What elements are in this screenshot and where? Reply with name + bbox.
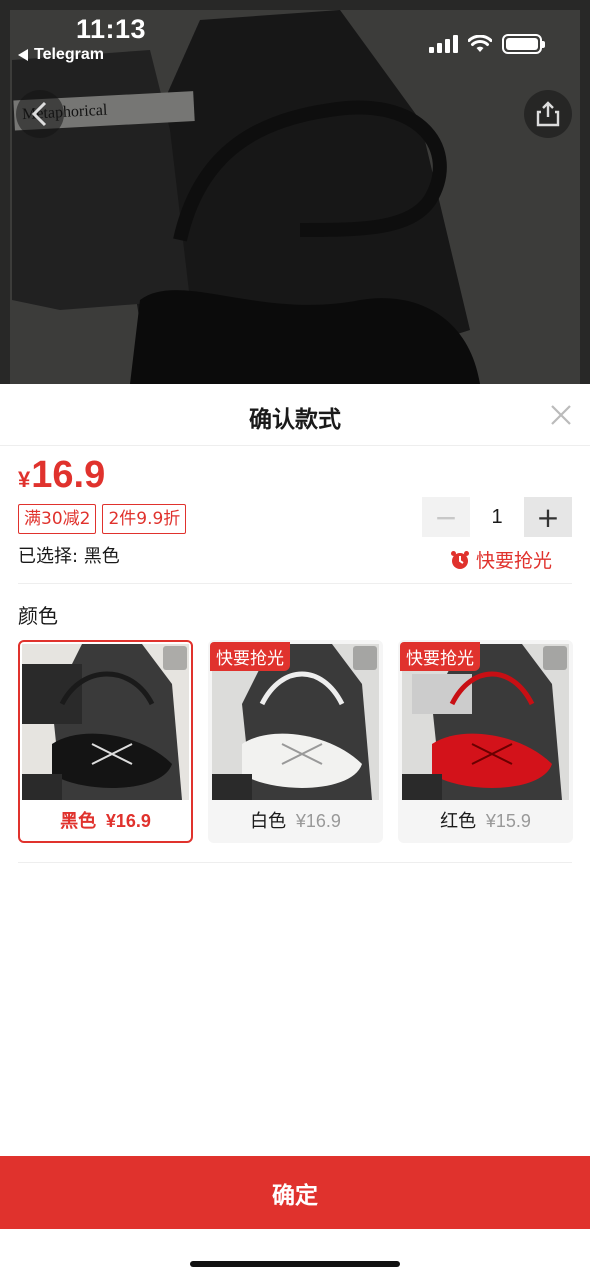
status-indicators <box>429 34 545 54</box>
wifi-icon <box>468 35 492 52</box>
variant-selection-sheet: 确认款式 ¥ 16.9 满30减2 2件9.9折 已选择: 黑色 − 1 + 快… <box>0 384 590 1280</box>
status-time: 11:13 <box>76 14 147 44</box>
expand-icon[interactable] <box>543 646 567 670</box>
confirm-button[interactable]: 确定 <box>0 1156 590 1229</box>
variant-label: 红色 ¥15.9 <box>400 807 571 833</box>
quantity-value[interactable]: 1 <box>470 506 524 529</box>
back-button[interactable] <box>16 90 64 138</box>
color-variant-list: 黑色 ¥16.9 快要抢光 白色 ¥16.9 快要抢光 红色 ¥15.9 <box>18 640 573 843</box>
stock-warning: 快要抢光 <box>450 546 552 573</box>
color-section-label: 颜色 <box>18 604 58 628</box>
price-currency: ¥ <box>18 467 31 492</box>
expand-icon[interactable] <box>353 646 377 670</box>
variant-price: ¥15.9 <box>485 811 531 831</box>
variant-name: 黑色 <box>60 811 97 832</box>
back-to-app-link[interactable]: Telegram <box>18 46 104 64</box>
divider <box>18 583 572 584</box>
quantity-stepper: − 1 + <box>422 497 572 537</box>
quantity-increase-button[interactable]: + <box>524 497 572 537</box>
variant-label: 黑色 ¥16.9 <box>20 807 191 833</box>
sheet-title: 确认款式 <box>249 407 341 433</box>
price: ¥ 16.9 <box>18 454 105 497</box>
variant-card-white[interactable]: 快要抢光 白色 ¥16.9 <box>208 640 383 843</box>
alarm-clock-icon <box>450 550 469 569</box>
back-app-label: Telegram <box>34 46 104 63</box>
variant-label: 白色 ¥16.9 <box>210 807 381 833</box>
share-button[interactable] <box>524 90 572 138</box>
promo-tags: 满30减2 2件9.9折 <box>18 504 187 534</box>
home-indicator[interactable] <box>190 1261 400 1267</box>
sheet-header: 确认款式 <box>0 384 590 446</box>
close-icon[interactable] <box>550 404 572 426</box>
stock-badge: 快要抢光 <box>400 642 480 671</box>
stock-badge: 快要抢光 <box>210 642 290 671</box>
battery-icon <box>502 34 545 54</box>
promo-tag: 2件9.9折 <box>102 504 187 534</box>
selected-variant-text: 已选择: 黑色 <box>18 546 120 567</box>
variant-card-red[interactable]: 快要抢光 红色 ¥15.9 <box>398 640 573 843</box>
divider <box>18 862 572 863</box>
cellular-signal-icon <box>429 35 458 53</box>
quantity-decrease-button[interactable]: − <box>422 497 470 537</box>
status-bar: 11:13 Telegram <box>0 0 590 80</box>
back-triangle-icon <box>18 49 28 61</box>
share-icon <box>536 101 560 127</box>
variant-card-black[interactable]: 黑色 ¥16.9 <box>18 640 193 843</box>
variant-price: ¥16.9 <box>295 811 341 831</box>
variant-price: ¥16.9 <box>105 811 151 831</box>
variant-name: 红色 <box>440 811 477 832</box>
stock-warning-label: 快要抢光 <box>475 550 552 572</box>
chevron-left-icon <box>31 101 47 127</box>
variant-name: 白色 <box>250 811 287 832</box>
expand-icon[interactable] <box>163 646 187 670</box>
price-amount: 16.9 <box>31 454 106 496</box>
promo-tag: 满30减2 <box>18 504 97 534</box>
